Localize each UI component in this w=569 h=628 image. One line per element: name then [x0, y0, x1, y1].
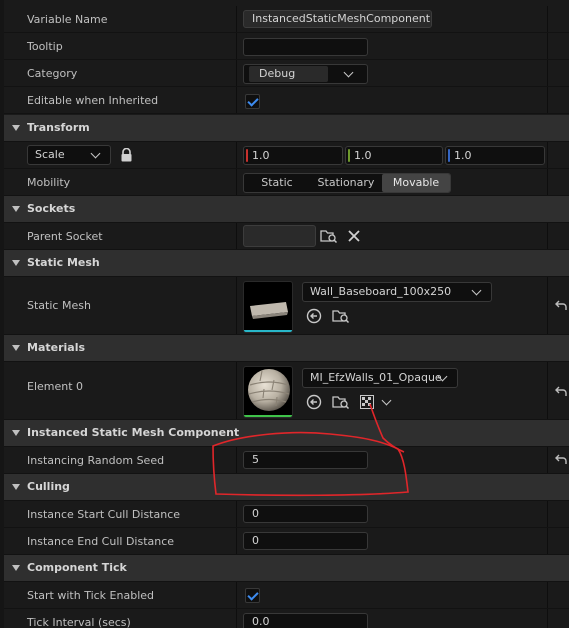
scale-combo[interactable]: Scale — [27, 145, 111, 165]
collapse-arrow-icon — [12, 484, 20, 490]
collapse-arrow-icon — [12, 260, 20, 266]
chevron-down-icon[interactable] — [381, 395, 392, 406]
tick-interval-label: Tick Interval (secs) — [27, 616, 131, 628]
tooltip-label: Tooltip — [27, 40, 63, 53]
close-icon[interactable] — [348, 230, 360, 242]
row-end-cull: Instance End Cull Distance 0 — [4, 528, 569, 555]
row-start-tick: Start with Tick Enabled — [4, 582, 569, 609]
row-tick-interval: Tick Interval (secs) 0.0 — [4, 609, 569, 628]
category-sockets[interactable]: Sockets — [4, 196, 569, 223]
start-cull-label: Instance Start Cull Distance — [27, 508, 181, 521]
instancing-seed-label: Instancing Random Seed — [27, 454, 165, 467]
collapse-arrow-icon — [12, 206, 20, 212]
ismc-title: Instanced Static Mesh Component — [27, 426, 240, 439]
scale-x-field[interactable]: 1.0 — [243, 146, 343, 165]
chevron-down-icon — [343, 67, 354, 78]
component-tick-title: Component Tick — [27, 561, 127, 574]
static-mesh-label: Static Mesh — [27, 299, 91, 312]
row-parent-socket: Parent Socket — [4, 223, 569, 250]
transform-title: Transform — [27, 121, 90, 134]
mobility-segmented-control: Static Stationary Movable — [243, 173, 451, 193]
culling-title: Culling — [27, 480, 70, 493]
parent-socket-label: Parent Socket — [27, 230, 103, 243]
material-value: MI_EfzWalls_01_Opaque — [310, 371, 442, 384]
editable-label: Editable when Inherited — [27, 94, 159, 107]
browse-asset-icon[interactable] — [332, 394, 350, 410]
category-transform[interactable]: Transform — [4, 115, 569, 142]
category-materials[interactable]: Materials — [4, 335, 569, 362]
category-combo[interactable]: Debug — [243, 64, 368, 84]
material-combo[interactable]: MI_EfzWalls_01_Opaque — [302, 368, 458, 388]
material-thumbnail[interactable] — [243, 366, 293, 418]
parent-socket-field[interactable] — [243, 225, 316, 247]
chevron-down-icon — [90, 148, 101, 159]
tick-interval-field[interactable]: 0.0 — [243, 613, 368, 628]
row-start-cull: Instance Start Cull Distance 0 — [4, 501, 569, 528]
start-tick-checkbox[interactable] — [245, 588, 260, 603]
static-mesh-title: Static Mesh — [27, 256, 100, 269]
static-mesh-value: Wall_Baseboard_100x250 — [310, 285, 452, 298]
scale-z-value: 1.0 — [454, 149, 472, 162]
category-component-tick[interactable]: Component Tick — [4, 555, 569, 582]
browse-asset-icon[interactable] — [332, 308, 350, 324]
variable-name-label: Variable Name — [27, 13, 108, 26]
collapse-arrow-icon — [12, 345, 20, 351]
checker-icon[interactable] — [360, 395, 374, 409]
static-mesh-combo[interactable]: Wall_Baseboard_100x250 — [302, 282, 492, 302]
category-label: Category — [27, 67, 78, 80]
reset-to-default-icon[interactable] — [554, 453, 568, 467]
row-tooltip: Tooltip — [4, 33, 569, 60]
scale-y-field[interactable]: 1.0 — [345, 146, 443, 165]
chevron-down-icon — [471, 285, 482, 296]
end-cull-field[interactable]: 0 — [243, 532, 368, 550]
lock-icon[interactable] — [120, 148, 133, 162]
category-ismc[interactable]: Instanced Static Mesh Component — [4, 420, 569, 447]
category-static-mesh[interactable]: Static Mesh — [4, 250, 569, 277]
collapse-arrow-icon — [12, 430, 20, 436]
materials-title: Materials — [27, 341, 86, 354]
row-element-0: Element 0 MI_EfzWalls_01_Opaque — [4, 362, 569, 420]
browse-socket-icon[interactable] — [320, 228, 338, 244]
row-variable-name: Variable Name InstancedStaticMeshCompone… — [4, 6, 569, 33]
end-cull-label: Instance End Cull Distance — [27, 535, 175, 548]
use-selected-icon[interactable] — [306, 308, 322, 324]
checkmark-icon — [247, 95, 259, 107]
start-cull-field[interactable]: 0 — [243, 505, 368, 523]
collapse-arrow-icon — [12, 125, 20, 131]
static-mesh-thumbnail[interactable] — [243, 281, 293, 333]
mobility-movable[interactable]: Movable — [382, 174, 450, 192]
editable-checkbox[interactable] — [245, 94, 260, 109]
start-tick-label: Start with Tick Enabled — [27, 589, 155, 602]
instancing-seed-field[interactable]: 5 — [243, 451, 368, 469]
element-0-label: Element 0 — [27, 380, 84, 393]
use-selected-icon[interactable] — [306, 394, 322, 410]
tooltip-field[interactable] — [243, 38, 368, 56]
category-culling[interactable]: Culling — [4, 474, 569, 501]
sockets-title: Sockets — [27, 202, 76, 215]
reset-to-default-icon[interactable] — [554, 385, 568, 399]
x-axis-marker — [246, 149, 248, 162]
mobility-label: Mobility — [27, 176, 71, 189]
checkmark-icon — [247, 589, 259, 601]
collapse-arrow-icon — [12, 565, 20, 571]
row-category: Category Debug — [4, 60, 569, 87]
row-editable: Editable when Inherited — [4, 87, 569, 114]
row-instancing-seed: Instancing Random Seed 5 — [4, 447, 569, 474]
scale-y-value: 1.0 — [354, 149, 372, 162]
reset-to-default-icon[interactable] — [554, 299, 568, 313]
y-axis-marker — [348, 149, 350, 162]
mobility-static[interactable]: Static — [244, 174, 310, 192]
scale-z-field[interactable]: 1.0 — [445, 146, 545, 165]
z-axis-marker — [448, 149, 450, 162]
details-panel: Variable Name InstancedStaticMeshCompone… — [4, 0, 569, 628]
scale-x-value: 1.0 — [252, 149, 270, 162]
scale-label: Scale — [35, 148, 65, 161]
variable-name-field[interactable]: InstancedStaticMeshComponent — [243, 10, 432, 28]
row-static-mesh: Static Mesh Wall_Baseboard_100x250 — [4, 277, 569, 335]
mobility-stationary[interactable]: Stationary — [310, 174, 382, 192]
category-value: Debug — [249, 66, 328, 82]
